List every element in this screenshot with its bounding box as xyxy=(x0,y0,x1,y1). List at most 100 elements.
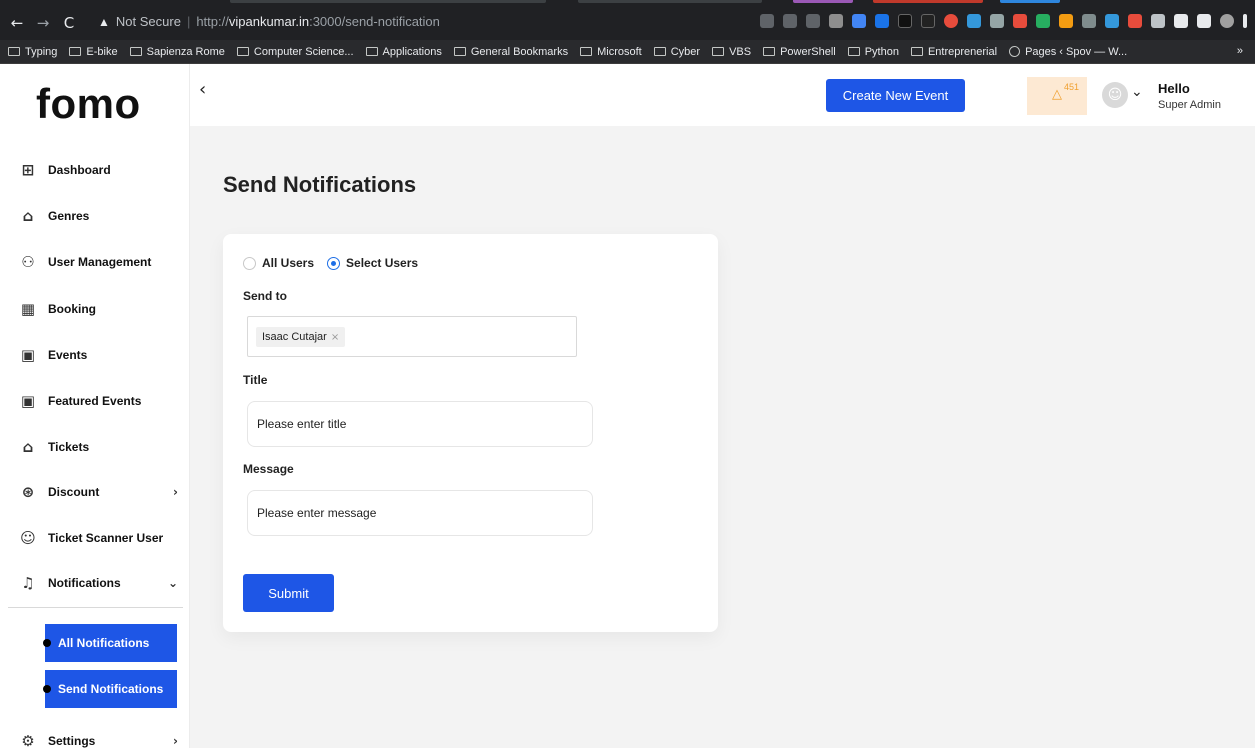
app: fomo ⊞ Dashboard ⌂ Genres ⚇ User Managem… xyxy=(0,64,1255,748)
extension-icon[interactable] xyxy=(1036,14,1050,28)
bookmark-folder[interactable]: E-bike xyxy=(69,46,118,58)
extension-icon[interactable] xyxy=(898,14,912,28)
chevron-down-icon: ⌄ xyxy=(167,576,178,590)
folder-icon xyxy=(365,47,378,56)
bookmarks-overflow-button[interactable]: » xyxy=(1237,45,1243,57)
browser-toolbar: ← → C ▲ Not Secure | http://vipankumar.i… xyxy=(0,0,1255,40)
notification-bell-button[interactable]: △ 451 xyxy=(1027,77,1087,115)
star-icon[interactable] xyxy=(806,14,820,28)
sidebar: fomo ⊞ Dashboard ⌂ Genres ⚇ User Managem… xyxy=(0,64,190,748)
back-arrow-icon[interactable]: ← xyxy=(6,14,28,32)
extension-icon[interactable] xyxy=(829,14,843,28)
folder-icon xyxy=(69,47,82,56)
sidebar-item-featured-events[interactable]: ▣ Featured Events xyxy=(0,378,190,424)
extension-icon[interactable] xyxy=(944,14,958,28)
warning-icon: ▲ xyxy=(98,14,110,29)
extension-icon[interactable] xyxy=(1151,14,1165,28)
sidebar-divider xyxy=(8,607,183,608)
radio-select-users[interactable] xyxy=(327,256,341,270)
send-notification-form: All Users Select Users Send to Isaac Cut… xyxy=(223,234,718,632)
bookmark-folder[interactable]: Python xyxy=(847,46,899,58)
ticket-icon: ⌂ xyxy=(22,438,34,456)
bookmarks-bar: Typing E-bike Sapienza Rome Computer Sci… xyxy=(0,40,1255,64)
bookmark-folder[interactable]: Applications xyxy=(365,46,442,58)
notification-count-badge: 451 xyxy=(1064,82,1080,92)
forward-arrow-icon[interactable]: → xyxy=(32,14,54,32)
sidebar-subitem-send-notifications[interactable]: Send Notifications xyxy=(43,670,177,708)
extension-icon[interactable] xyxy=(990,14,1004,28)
menu-kebab-icon[interactable] xyxy=(1243,14,1247,28)
radio-select-users-label[interactable]: Select Users xyxy=(346,256,418,270)
sidebar-subitem-all-notifications[interactable]: All Notifications xyxy=(43,624,177,662)
folder-icon xyxy=(847,47,860,56)
sidebar-item-settings[interactable]: ⚙ Settings › xyxy=(0,718,190,748)
bookmark-pages[interactable]: Pages ‹ Spov — W... xyxy=(1009,46,1127,58)
genres-icon: ⌂ xyxy=(22,207,34,225)
gear-icon: ⚙ xyxy=(21,732,35,748)
profile-avatar-icon[interactable] xyxy=(1220,14,1234,28)
chevron-down-icon[interactable]: ⌄ xyxy=(1131,84,1143,100)
event-icon: ▣ xyxy=(20,346,36,364)
bookmark-folder[interactable]: Cyber xyxy=(653,46,700,58)
sidebar-toggle-icon[interactable] xyxy=(1197,14,1211,28)
not-secure-label: Not Secure xyxy=(115,14,181,29)
key-icon[interactable] xyxy=(760,14,774,28)
title-input[interactable] xyxy=(247,401,593,447)
folder-icon xyxy=(763,47,776,56)
sidebar-item-events[interactable]: ▣ Events xyxy=(0,332,190,378)
sidebar-item-booking[interactable]: ▦ Booking xyxy=(0,286,190,332)
url-scheme: http:// xyxy=(196,14,229,29)
extension-icon[interactable] xyxy=(1013,14,1027,28)
address-bar[interactable]: ▲ Not Secure | http://vipankumar.in:3000… xyxy=(98,7,658,36)
user-role: Super Admin xyxy=(1158,99,1221,111)
sidebar-item-genres[interactable]: ⌂ Genres xyxy=(0,193,190,239)
bookmark-folder[interactable]: Computer Science... xyxy=(236,46,354,58)
send-to-select[interactable]: Isaac Cutajar × xyxy=(247,316,577,357)
sidebar-item-ticket-scanner-user[interactable]: ☺ Ticket Scanner User xyxy=(0,515,190,561)
bookmark-folder[interactable]: PowerShell xyxy=(763,46,836,58)
scanner-user-icon: ☺ xyxy=(20,529,36,547)
share-icon[interactable] xyxy=(783,14,797,28)
radio-all-users[interactable] xyxy=(243,256,256,270)
bookmark-folder[interactable]: Sapienza Rome xyxy=(129,46,225,58)
sidebar-item-dashboard[interactable]: ⊞ Dashboard xyxy=(0,147,190,193)
url-path: :3000/send-notification xyxy=(309,14,440,29)
send-to-label: Send to xyxy=(243,289,287,303)
sidebar-item-discount[interactable]: ⊛ Discount › xyxy=(0,469,190,515)
folder-icon xyxy=(236,47,249,56)
bullet-icon xyxy=(43,639,51,647)
discount-icon: ⊛ xyxy=(21,483,35,501)
extension-icon[interactable] xyxy=(852,14,866,28)
remove-tag-icon[interactable]: × xyxy=(331,332,339,343)
recipient-radio-group: All Users Select Users xyxy=(243,256,431,270)
extension-icon[interactable] xyxy=(1128,14,1142,28)
extension-icon[interactable] xyxy=(1059,14,1073,28)
submit-button[interactable]: Submit xyxy=(243,574,334,612)
create-new-event-button[interactable]: Create New Event xyxy=(826,79,965,112)
chevron-right-icon: › xyxy=(173,485,178,499)
collapse-sidebar-icon[interactable]: ‹ xyxy=(199,79,206,100)
sidebar-item-user-management[interactable]: ⚇ User Management xyxy=(0,239,190,285)
puzzle-icon[interactable] xyxy=(1174,14,1188,28)
extension-icon[interactable] xyxy=(921,14,935,28)
sidebar-item-tickets[interactable]: ⌂ Tickets xyxy=(0,424,190,470)
extension-icon[interactable] xyxy=(1105,14,1119,28)
bullet-icon xyxy=(43,685,51,693)
reload-icon[interactable]: C xyxy=(58,14,80,32)
bookmark-folder[interactable]: Typing xyxy=(8,46,57,58)
logo[interactable]: fomo xyxy=(36,80,141,128)
avatar[interactable]: ☺ xyxy=(1102,82,1128,108)
page-title: Send Notifications xyxy=(223,172,417,197)
sidebar-item-notifications[interactable]: ♫ Notifications ⌄ xyxy=(0,560,190,606)
message-label: Message xyxy=(243,462,294,476)
extension-icon[interactable] xyxy=(1082,14,1096,28)
message-input[interactable] xyxy=(247,490,593,536)
extension-icon[interactable] xyxy=(967,14,981,28)
radio-all-users-label[interactable]: All Users xyxy=(262,256,314,270)
bookmark-folder[interactable]: Entreprenerial xyxy=(910,46,997,58)
bookmark-folder[interactable]: General Bookmarks xyxy=(453,46,568,58)
bell-icon: ♫ xyxy=(21,574,35,592)
bookmark-folder[interactable]: Microsoft xyxy=(580,46,642,58)
extension-icon[interactable] xyxy=(875,14,889,28)
bookmark-folder[interactable]: VBS xyxy=(712,46,751,58)
